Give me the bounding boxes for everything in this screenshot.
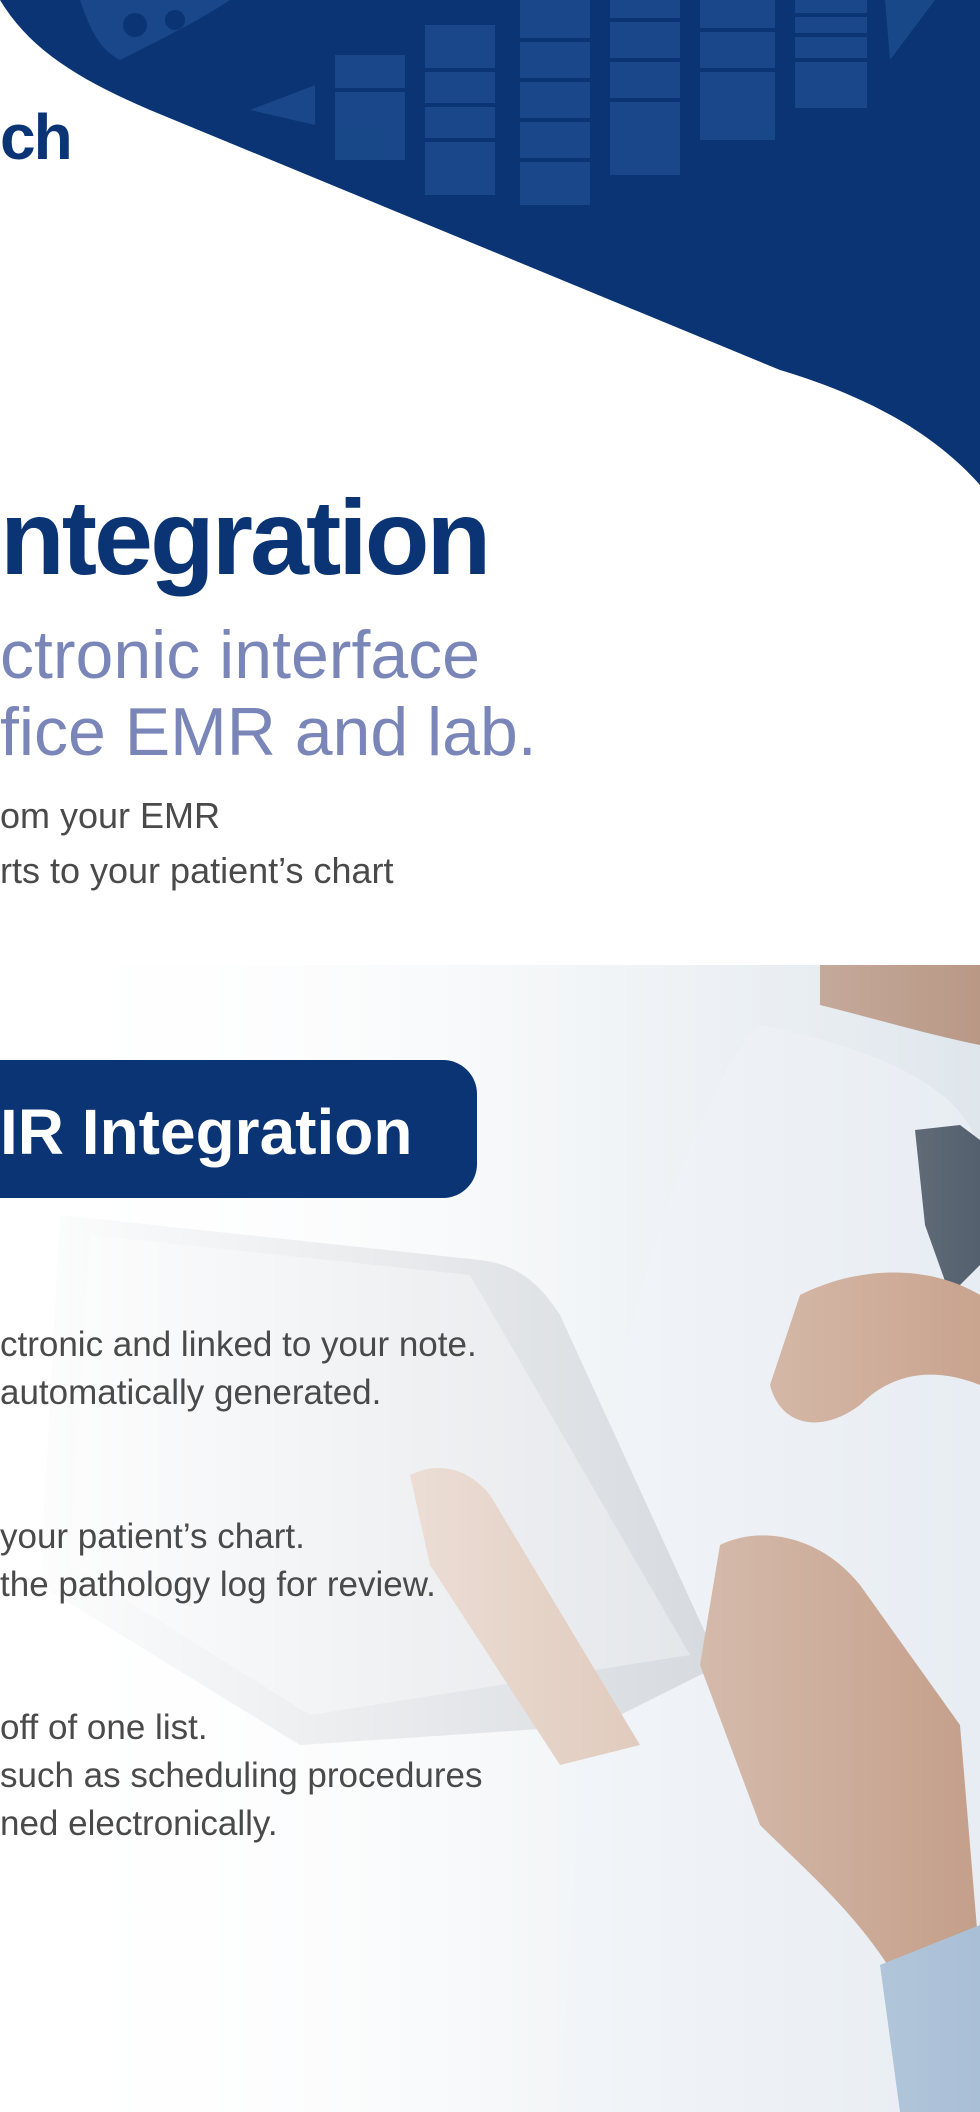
hero-subhead-line-2: fice EMR and lab. [0, 694, 537, 770]
brand-name-fragment: ch [0, 101, 73, 173]
hero-body-line-1: om your EMR [0, 795, 221, 836]
feature-1-line-2: automatically generated. [0, 1373, 382, 1412]
hero-body-line-2: rts to your patient’s chart [0, 850, 394, 891]
hero-swoosh-graphic [0, 0, 980, 485]
feature-2-line-1: your patient’s chart. [0, 1517, 305, 1556]
feature-3-line-1: off of one list. [0, 1708, 208, 1747]
hero-headline: ntegration [0, 479, 491, 597]
feature-1-line-1: ctronic and linked to your note. [0, 1325, 477, 1364]
feature-3-line-2: such as scheduling procedures [0, 1756, 483, 1795]
feature-2-line-2: the pathology log for review. [0, 1565, 436, 1604]
section-banner-title: IR Integration [0, 1096, 413, 1168]
feature-3-line-3: ned electronically. [0, 1804, 278, 1843]
hero-subhead-line-1: ctronic interface [0, 617, 480, 693]
